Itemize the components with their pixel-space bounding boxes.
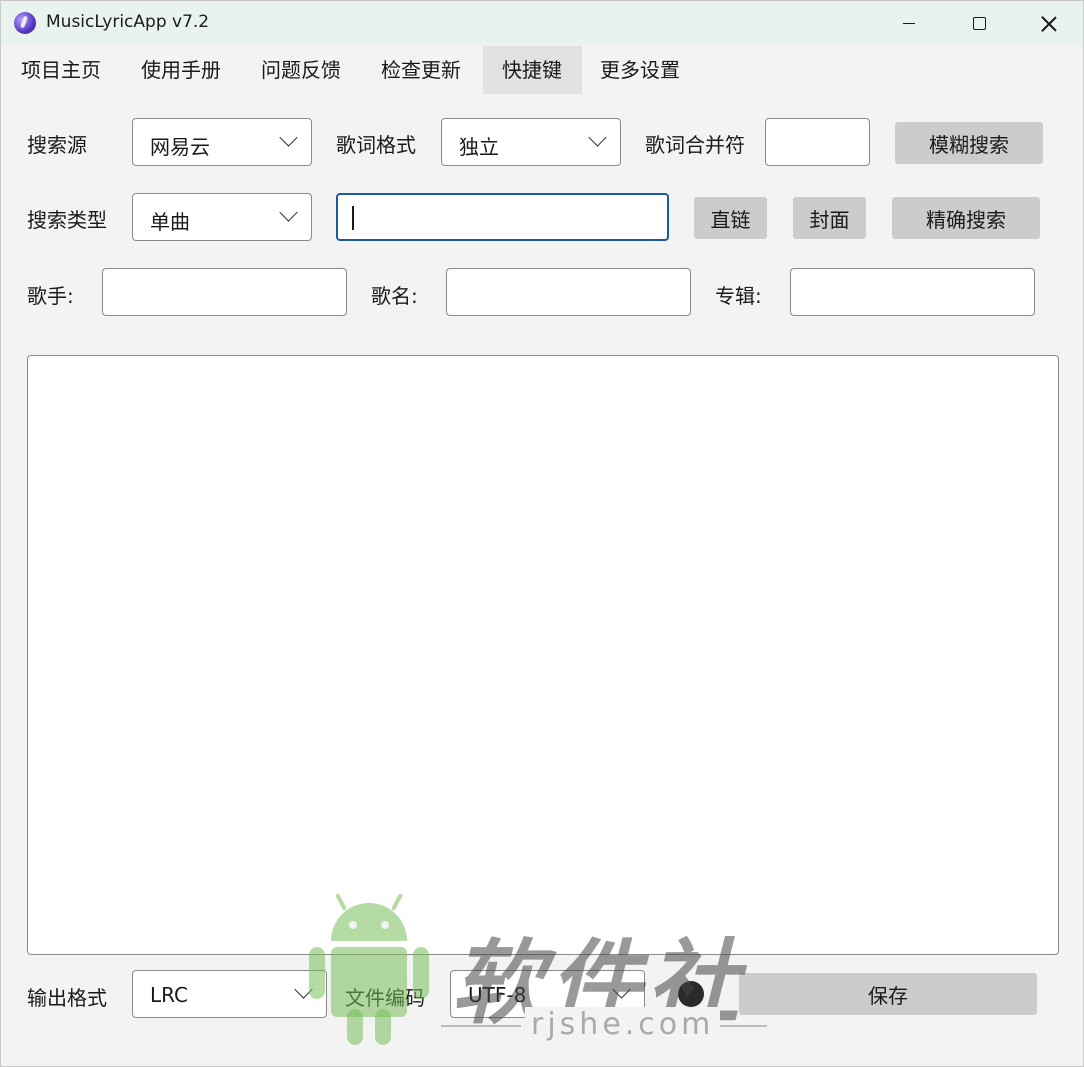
search-type-label: 搜索类型 xyxy=(27,208,107,232)
lyric-format-select[interactable]: 独立 xyxy=(441,118,621,166)
menu-bar: 项目主页 使用手册 问题反馈 检查更新 快捷键 更多设置 xyxy=(1,46,1083,94)
watermark-line-right xyxy=(693,1025,767,1027)
chevron-down-icon xyxy=(294,980,313,999)
album-input[interactable] xyxy=(790,268,1035,316)
singer-input[interactable] xyxy=(102,268,347,316)
menu-item-feedback[interactable]: 问题反馈 xyxy=(251,46,351,94)
window-title: MusicLyricApp v7.2 xyxy=(46,12,210,32)
menu-item-check-update[interactable]: 检查更新 xyxy=(371,46,471,94)
app-window: MusicLyricApp v7.2 项目主页 使用手册 问题反馈 检查更新 快… xyxy=(0,0,1084,1067)
exact-search-button[interactable]: 精确搜索 xyxy=(892,197,1040,239)
app-logo-icon xyxy=(14,12,36,34)
lyric-merge-input[interactable] xyxy=(765,118,870,166)
singer-label: 歌手: xyxy=(27,284,74,308)
output-format-select[interactable]: LRC xyxy=(132,970,327,1018)
close-button[interactable] xyxy=(1014,1,1083,46)
chevron-down-icon xyxy=(279,128,298,147)
lyric-output-textarea[interactable] xyxy=(27,355,1059,955)
album-label: 专辑: xyxy=(715,284,762,308)
search-source-label: 搜索源 xyxy=(27,133,87,157)
title-bar: MusicLyricApp v7.2 xyxy=(1,1,1083,46)
file-encoding-value: UTF-8 xyxy=(468,983,527,1007)
close-icon xyxy=(1041,16,1057,32)
menu-item-homepage[interactable]: 项目主页 xyxy=(11,46,111,94)
minimize-icon xyxy=(903,23,915,24)
maximize-icon xyxy=(972,17,986,30)
maximize-button[interactable] xyxy=(944,1,1014,46)
menu-item-manual[interactable]: 使用手册 xyxy=(131,46,231,94)
chevron-down-icon xyxy=(588,128,607,147)
file-encoding-label: 文件编码 xyxy=(345,986,425,1010)
chevron-down-icon xyxy=(279,203,298,222)
save-button[interactable]: 保存 xyxy=(739,973,1037,1015)
direct-link-button[interactable]: 直链 xyxy=(694,197,767,239)
output-format-label: 输出格式 xyxy=(27,986,107,1010)
search-source-value: 网易云 xyxy=(150,135,210,159)
watermark-line-left xyxy=(441,1025,521,1027)
chevron-down-icon xyxy=(612,980,631,999)
loading-indicator-icon xyxy=(678,981,704,1007)
output-format-value: LRC xyxy=(150,983,189,1007)
search-query-input[interactable] xyxy=(336,193,669,241)
lyric-format-value: 独立 xyxy=(459,135,499,159)
menu-item-shortcuts[interactable]: 快捷键 xyxy=(483,46,582,94)
text-caret xyxy=(352,206,354,230)
menu-item-more-settings[interactable]: 更多设置 xyxy=(590,46,690,94)
lyric-format-label: 歌词格式 xyxy=(336,133,416,157)
song-name-input[interactable] xyxy=(446,268,691,316)
lyric-merge-label: 歌词合并符 xyxy=(645,133,745,157)
search-type-value: 单曲 xyxy=(150,210,190,234)
minimize-button[interactable] xyxy=(874,1,944,46)
file-encoding-select[interactable]: UTF-8 xyxy=(450,970,645,1018)
search-type-select[interactable]: 单曲 xyxy=(132,193,312,241)
search-source-select[interactable]: 网易云 xyxy=(132,118,312,166)
fuzzy-search-button[interactable]: 模糊搜索 xyxy=(895,122,1043,164)
song-name-label: 歌名: xyxy=(371,284,418,308)
cover-button[interactable]: 封面 xyxy=(793,197,866,239)
